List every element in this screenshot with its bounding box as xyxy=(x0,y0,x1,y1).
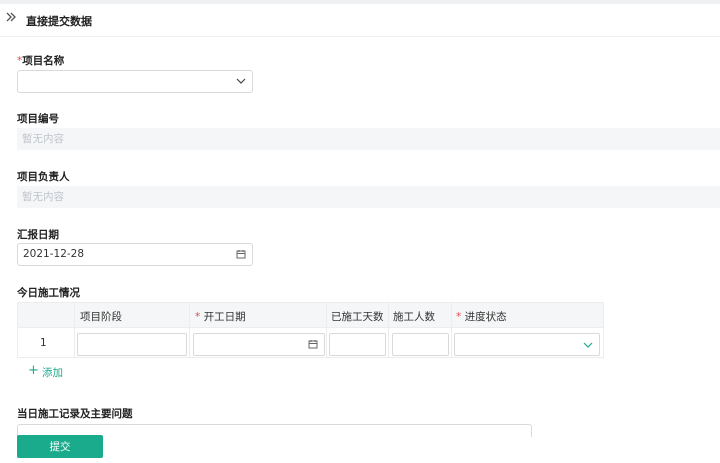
column-header-start-date: * 开工日期 xyxy=(195,311,246,323)
records-label: 当日施工记录及主要问题 xyxy=(17,408,133,420)
column-header-status: * 进度状态 xyxy=(456,311,507,323)
double-chevron-right-icon[interactable] xyxy=(5,11,17,23)
submit-button[interactable]: 提交 xyxy=(17,435,103,458)
chevron-down-icon xyxy=(583,342,593,348)
column-divider xyxy=(189,303,190,357)
column-divider xyxy=(388,303,389,357)
calendar-icon xyxy=(308,340,318,349)
page-title: 直接提交数据 xyxy=(26,15,92,28)
report-date-picker[interactable]: 2021-12-28 xyxy=(17,243,253,266)
days-input[interactable] xyxy=(329,333,386,356)
column-divider xyxy=(451,303,452,357)
report-date-value: 2021-12-28 xyxy=(23,248,85,260)
column-divider xyxy=(74,303,75,357)
project-code-field: 暂无内容 xyxy=(17,128,720,150)
project-name-label: *项目名称 xyxy=(17,55,65,67)
project-name-select[interactable] xyxy=(17,70,253,93)
project-lead-label: 项目负责人 xyxy=(17,171,70,183)
start-date-picker[interactable] xyxy=(193,333,325,356)
column-header-stage: 项目阶段 xyxy=(80,311,122,323)
row-index: 1 xyxy=(40,337,47,349)
header: 直接提交数据 xyxy=(0,4,720,37)
progress-table: 项目阶段 * 开工日期 已施工天数 施工人数 * 进度状态 1 xyxy=(17,302,604,358)
workers-input[interactable] xyxy=(392,333,449,356)
column-header-workers: 施工人数 xyxy=(393,311,435,323)
project-code-label: 项目编号 xyxy=(17,113,59,125)
column-divider xyxy=(326,303,327,357)
status-select[interactable] xyxy=(454,333,600,356)
add-row-button[interactable]: 添加 xyxy=(42,365,63,380)
today-progress-label: 今日施工情况 xyxy=(17,287,80,299)
stage-input[interactable] xyxy=(77,333,187,356)
column-header-days: 已施工天数 xyxy=(331,311,384,323)
plus-icon: + xyxy=(28,363,39,378)
project-lead-field: 暂无内容 xyxy=(17,186,720,208)
report-date-label: 汇报日期 xyxy=(17,229,59,241)
calendar-icon xyxy=(236,250,246,259)
chevron-down-icon xyxy=(236,78,246,84)
